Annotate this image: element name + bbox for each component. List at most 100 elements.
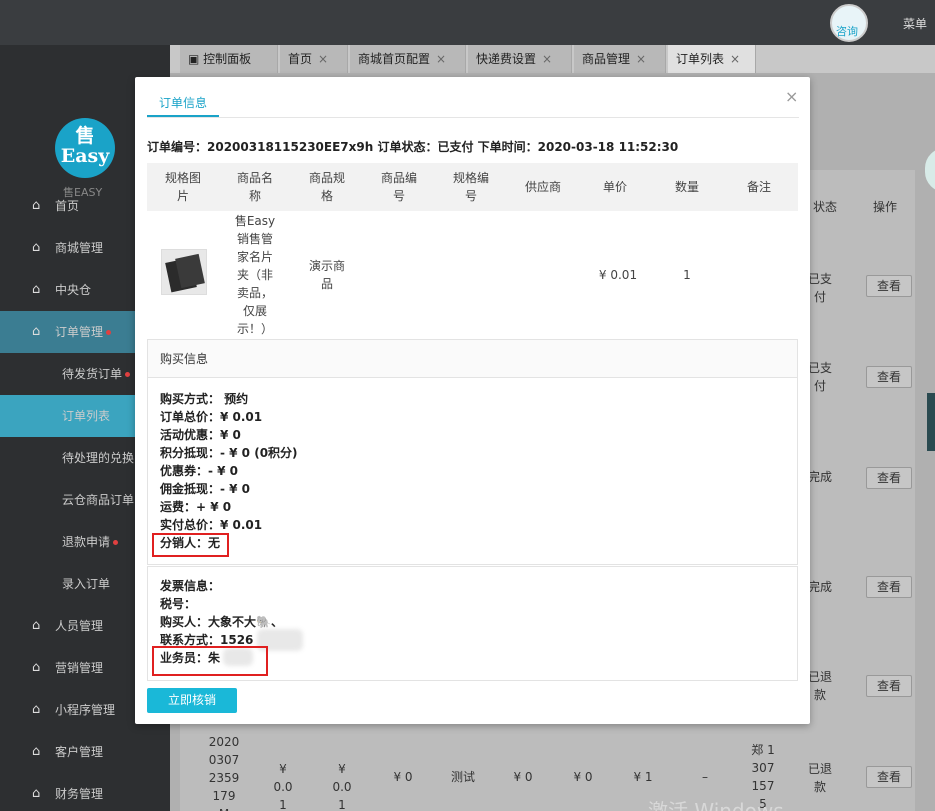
distributor-highlight xyxy=(152,533,229,557)
sidebar-item-finance[interactable]: ⌂ 财务管理 xyxy=(0,773,170,811)
tab-shipping-fee[interactable]: 快递费设置 × xyxy=(468,45,572,73)
supplier-cell xyxy=(515,257,571,293)
tab-product-management[interactable]: 商品管理 × xyxy=(574,45,666,73)
windows-watermark: 激活 Windows xyxy=(648,799,784,811)
notification-dot xyxy=(106,330,112,335)
order-summary-line: 订单编号：20200318115230EE7x9h 订单状态：已支付 下单时间：… xyxy=(147,140,679,154)
close-icon[interactable]: × xyxy=(730,52,740,66)
order-total: 订单总价：¥ 0.01 xyxy=(160,410,263,424)
close-icon[interactable]: × xyxy=(436,52,446,66)
monitor-icon: ▣ xyxy=(188,52,204,66)
view-button[interactable]: 查看 xyxy=(866,366,912,388)
sidebar-item-label: 中央仓 xyxy=(55,283,92,297)
tab-dashboard[interactable]: ▣ 控制面板 xyxy=(180,45,278,73)
sidebar-item-label: 待发货订单 xyxy=(62,353,131,395)
order-number-cell: 2020 0307 2359 179M xyxy=(208,735,240,811)
paid-total: 实付总价：¥ 0.01 xyxy=(160,518,263,532)
tab-mall-home-config[interactable]: 商城首页配置 × xyxy=(350,45,466,73)
shipping-fee: 运费：+ ¥ 0 xyxy=(160,500,232,514)
status-cell: 已退款 xyxy=(807,762,832,794)
home-icon: ⌂ xyxy=(32,702,41,717)
logo-main-text: 售 xyxy=(75,125,95,147)
purchase-info-title: 购买信息 xyxy=(148,340,797,378)
app-window: 咨询 菜单 售 Easy 售EASY ⌂ 首页 ⌂ 商城管理 ⌂ 中央仓 ⌂ 订单管理 … xyxy=(0,0,935,811)
view-button[interactable]: 查看 xyxy=(866,675,912,697)
activity-discount: 活动优惠：¥ 0 xyxy=(160,428,241,442)
product-image xyxy=(161,249,207,295)
floating-bubble[interactable] xyxy=(925,148,935,192)
column-header-status: 状态 xyxy=(812,200,837,214)
header-product-number: 商品编号 xyxy=(380,171,417,203)
header-product-name: 商品名称 xyxy=(236,171,273,203)
sidebar-item-label: 营销管理 xyxy=(55,661,104,675)
logo-sub-text: Easy xyxy=(60,145,110,167)
tab-home[interactable]: 首页 × xyxy=(280,45,348,73)
header-supplier: 供应商 xyxy=(524,180,561,194)
page-tabs: ▣ 控制面板 首页 × 商城首页配置 × 快递费设置 × 商品管理 × 订单列表 × xyxy=(170,45,935,73)
view-button[interactable]: 查看 xyxy=(866,766,912,788)
header-product-spec: 商品规格 xyxy=(308,171,345,203)
quantity-cell: 1 xyxy=(683,268,691,282)
tab-order-info[interactable]: 订单信息 xyxy=(147,87,219,117)
verify-now-button[interactable]: 立即核销 xyxy=(147,688,237,713)
purchase-method: 购买方式： 预约 xyxy=(160,392,249,406)
product-name-cell: 售Easy销售管家名片夹（非卖品，仅展示！） xyxy=(234,214,276,336)
sidebar-item-label: 首页 xyxy=(55,199,80,213)
header-unit-price: 单价 xyxy=(602,180,627,194)
price-cell: ¥ 0.0 1 xyxy=(273,762,293,811)
header-spec-image: 规格图片 xyxy=(164,171,201,203)
price-cell: ¥ 0 xyxy=(513,770,533,784)
remark-cell: 测试 xyxy=(450,770,475,784)
price-cell: ¥ 0.0 1 xyxy=(332,762,352,811)
scrollbar-handle[interactable] xyxy=(927,393,935,451)
sidebar-item-label: 云仓商品订单 xyxy=(62,493,135,507)
header-note: 备注 xyxy=(746,180,771,194)
notification-dot xyxy=(125,372,131,377)
home-icon: ⌂ xyxy=(32,618,41,633)
brand-logo: 售 Easy xyxy=(55,118,115,178)
column-header-action: 操作 xyxy=(872,200,897,214)
tax-number: 税号： xyxy=(160,597,197,611)
close-icon[interactable]: × xyxy=(785,87,798,106)
sidebar-item-customers[interactable]: ⌂ 客户管理 xyxy=(0,731,170,773)
close-icon[interactable]: × xyxy=(318,52,328,66)
home-icon: ⌂ xyxy=(32,198,41,213)
home-icon: ⌂ xyxy=(32,660,41,675)
top-bar: 咨询 菜单 xyxy=(0,0,935,45)
view-button[interactable]: 查看 xyxy=(866,467,912,489)
price-cell: ¥ 1 xyxy=(633,770,653,784)
tab-order-list[interactable]: 订单列表 × xyxy=(668,45,756,73)
sidebar-item-label: 录入订单 xyxy=(62,577,111,591)
note-cell xyxy=(737,257,781,293)
header-spec-number: 规格编号 xyxy=(452,171,489,203)
sidebar-item-label: 订单管理 xyxy=(55,311,112,353)
close-icon[interactable]: × xyxy=(636,52,646,66)
order-detail-modal: 订单信息 × 订单编号：20200318115230EE7x9h 订单状态：已支… xyxy=(135,77,810,724)
coupon-deduction: 优惠券：- ¥ 0 xyxy=(160,464,239,478)
notification-dot xyxy=(113,540,119,545)
tab-divider xyxy=(147,117,799,118)
sidebar-item-label: 客户管理 xyxy=(55,745,104,759)
sidebar-item-label: 人员管理 xyxy=(55,619,104,633)
product-table-header: 规格图片 商品名称 商品规格 商品编号 规格编号 供应商 单价 数量 备注 xyxy=(147,163,798,211)
sidebar-item-label: 财务管理 xyxy=(55,787,104,801)
sidebar-item-label: 订单列表 xyxy=(62,409,111,423)
header-quantity: 数量 xyxy=(674,180,699,194)
sidebar-item-label: 商城管理 xyxy=(55,241,104,255)
spec-number-cell xyxy=(449,257,493,293)
view-button[interactable]: 查看 xyxy=(866,576,912,598)
product-number-cell xyxy=(377,257,421,293)
support-label[interactable]: 咨询 xyxy=(836,23,858,39)
menu-link[interactable]: 菜单 xyxy=(903,15,927,32)
close-icon[interactable]: × xyxy=(542,52,552,66)
home-icon: ⌂ xyxy=(32,324,41,339)
sidebar-item-label: 待处理的兑换 xyxy=(62,451,135,465)
sidebar-item-label: 小程序管理 xyxy=(55,703,116,717)
price-cell: ¥ 0 xyxy=(573,770,593,784)
invoice-info: 发票信息： xyxy=(160,579,221,593)
empty-cell: – xyxy=(702,770,708,784)
price-cell: ¥ 0 xyxy=(393,770,413,784)
home-icon: ⌂ xyxy=(32,240,41,255)
sidebar-item-label: 退款申请 xyxy=(62,521,119,563)
view-button[interactable]: 查看 xyxy=(866,275,912,297)
